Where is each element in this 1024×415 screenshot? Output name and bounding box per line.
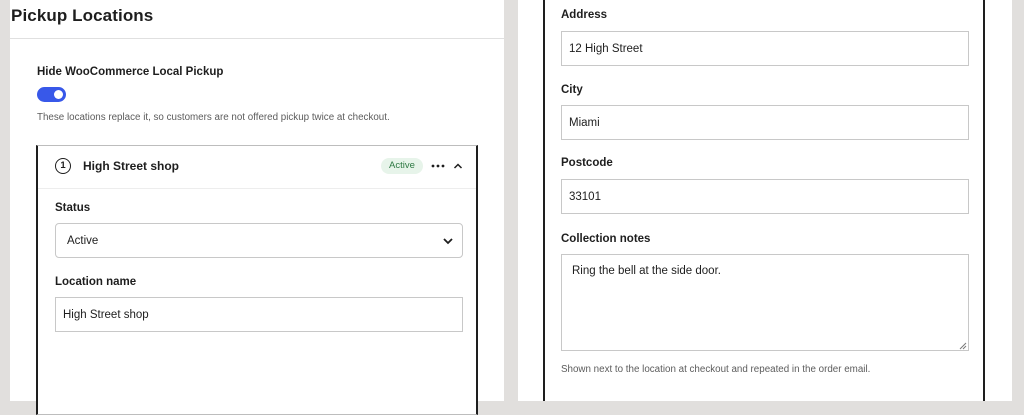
chevron-down-icon — [443, 238, 453, 245]
chevron-up-icon[interactable] — [452, 160, 464, 172]
more-horizontal-icon[interactable] — [431, 160, 445, 172]
card-header-divider — [38, 188, 476, 189]
address-label: Address — [561, 9, 608, 21]
card-border-left — [543, 0, 545, 401]
hide-local-pickup-toggle[interactable] — [37, 87, 66, 102]
collection-notes-textarea[interactable]: Ring the bell at the side door. — [561, 254, 969, 351]
status-badge: Active — [381, 158, 423, 174]
location-name-input[interactable] — [55, 297, 463, 332]
title-divider — [10, 38, 504, 39]
city-input[interactable] — [561, 105, 969, 140]
collection-notes-help: Shown next to the location at checkout a… — [561, 364, 871, 375]
location-card-header[interactable]: 1 High Street shop Active — [38, 146, 476, 188]
page-title: Pickup Locations — [11, 6, 154, 25]
postcode-label: Postcode — [561, 157, 613, 169]
right-panel: Address City Postcode Collection notes R… — [518, 0, 1012, 401]
resize-grip-icon[interactable] — [957, 340, 967, 350]
location-index: 1 — [55, 158, 71, 174]
city-label: City — [561, 84, 583, 96]
status-label: Status — [55, 202, 91, 214]
address-input[interactable] — [561, 31, 969, 66]
location-card: 1 High Street shop Active Status Active … — [36, 145, 478, 415]
status-select[interactable]: Active — [55, 223, 463, 258]
toggle-help-text: These locations replace it, so customers… — [37, 112, 390, 123]
location-card-title: High Street shop — [83, 159, 180, 173]
collection-notes-label: Collection notes — [561, 233, 651, 245]
location-name-label: Location name — [55, 276, 137, 288]
card-border-right — [983, 0, 985, 401]
status-select-value: Active — [67, 235, 99, 247]
postcode-input[interactable] — [561, 179, 969, 214]
toggle-knob — [54, 90, 63, 99]
toggle-label: Hide WooCommerce Local Pickup — [37, 66, 224, 78]
left-panel: Pickup Locations Hide WooCommerce Local … — [10, 0, 504, 415]
